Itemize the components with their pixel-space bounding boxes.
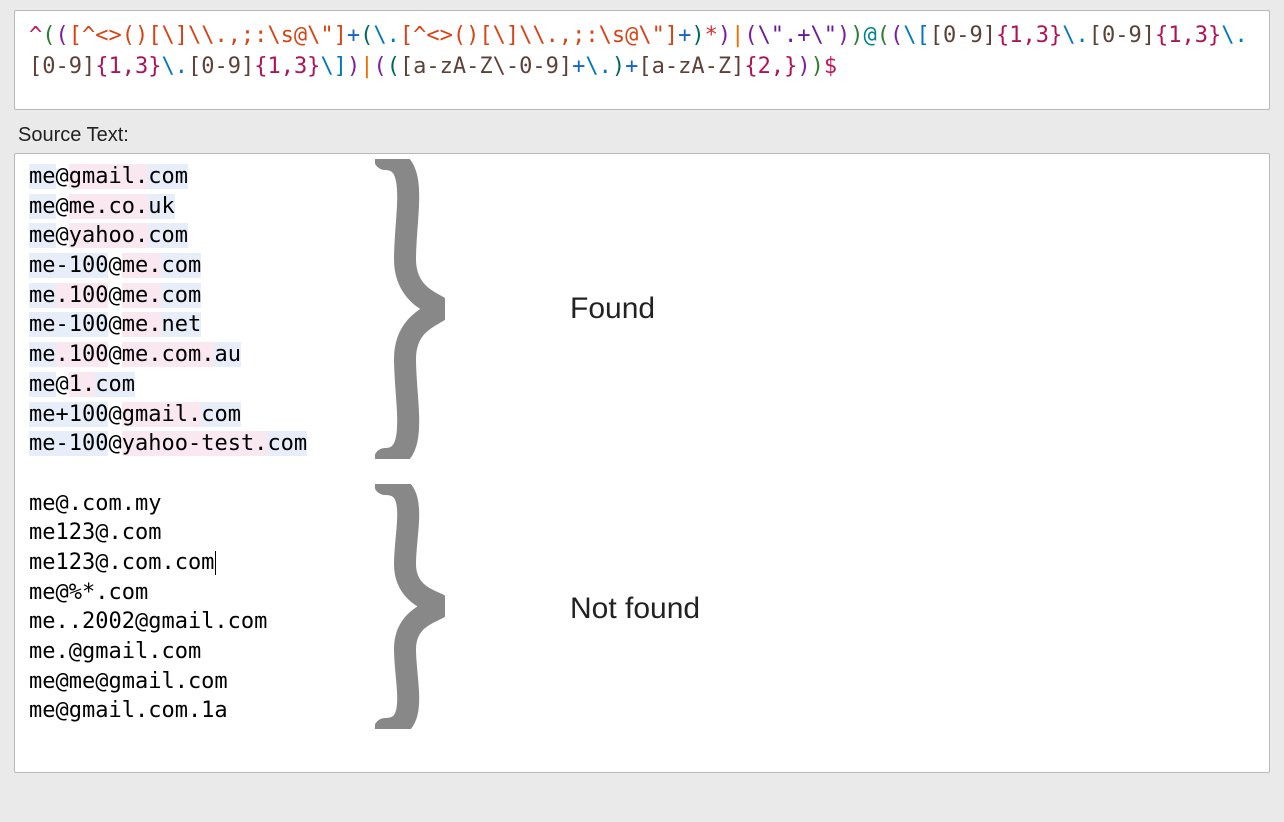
source-line-notfound: me@gmail.com.1a [29, 696, 1255, 726]
regex-token: \. [585, 54, 612, 79]
regex-token: {1,3} [95, 54, 161, 79]
blank-line [29, 459, 1255, 489]
source-line-found: me+100@gmail.com [29, 400, 1255, 430]
regex-token: ( [56, 23, 69, 48]
regex-token: {1,3} [1155, 23, 1221, 48]
regex-token: ( [744, 23, 757, 48]
source-line-found: me@me.co.uk [29, 192, 1255, 222]
regex-token: [a-zA-Z\-0-9] [400, 54, 572, 79]
regex-token: ) [691, 23, 704, 48]
regex-pattern-input[interactable]: ^(([^<>()[\]\\.,;:\s@\"]+(\.[^<>()[\]\\.… [14, 10, 1270, 110]
regex-token: ( [42, 23, 55, 48]
regex-token: \. [1062, 23, 1089, 48]
regex-token: \[ [903, 23, 930, 48]
source-line-notfound: me123@.com [29, 518, 1255, 548]
regex-token: @ [864, 23, 877, 48]
regex-token: ) [850, 23, 863, 48]
found-annotation: Found [570, 289, 655, 330]
regex-token: $ [824, 54, 837, 79]
regex-token: \. [1221, 23, 1248, 48]
regex-token: + [572, 54, 585, 79]
regex-token: + [678, 23, 691, 48]
source-line-found: me@yahoo.com [29, 221, 1255, 251]
source-line-notfound: me@.com.my [29, 489, 1255, 519]
regex-token: [a-zA-Z] [638, 54, 744, 79]
regex-token: ) [718, 23, 731, 48]
regex-token: ( [877, 23, 890, 48]
regex-token: ^ [29, 23, 42, 48]
regex-token: ( [890, 23, 903, 48]
regex-token: [0-9] [188, 54, 254, 79]
regex-token: [^<>()[\]\\.,;:\s@\"] [400, 23, 678, 48]
regex-token: ) [797, 54, 810, 79]
regex-token: * [705, 23, 718, 48]
regex-token: [0-9] [930, 23, 996, 48]
source-line-found: me.100@me.com.au [29, 340, 1255, 370]
regex-token: [0-9] [29, 54, 95, 79]
regex-token: {1,3} [996, 23, 1062, 48]
regex-token: | [360, 54, 373, 79]
source-line-found: me-100@yahoo-test.com [29, 429, 1255, 459]
regex-token: ) [837, 23, 850, 48]
regex-token: + [625, 54, 638, 79]
source-line-notfound: me@me@gmail.com [29, 667, 1255, 697]
regex-token: ) [811, 54, 824, 79]
source-text-input[interactable]: me@gmail.comme@me.co.ukme@yahoo.comme-10… [14, 153, 1270, 773]
regex-token: {2,} [744, 54, 797, 79]
source-line-notfound: me.@gmail.com [29, 637, 1255, 667]
regex-token: + [347, 23, 360, 48]
source-text-label: Source Text: [18, 124, 1270, 147]
regex-token: [0-9] [1089, 23, 1155, 48]
regex-token: ( [387, 54, 400, 79]
regex-token: \. [161, 54, 188, 79]
regex-token: ( [373, 54, 386, 79]
regex-token: \".+\" [758, 23, 837, 48]
regex-token: [^<>()[\]\\.,;:\s@\"] [69, 23, 347, 48]
source-line-notfound: me123@.com.com [29, 548, 1255, 578]
regex-token: \. [373, 23, 400, 48]
source-line-found: me-100@me.com [29, 251, 1255, 281]
notfound-annotation: Not found [570, 589, 700, 630]
source-line-found: me@1.com [29, 370, 1255, 400]
source-line-found: me@gmail.com [29, 162, 1255, 192]
regex-token: {1,3} [254, 54, 320, 79]
text-cursor [215, 551, 216, 575]
regex-token: | [731, 23, 744, 48]
regex-token: ( [360, 23, 373, 48]
regex-token: ) [612, 54, 625, 79]
regex-token: ) [347, 54, 360, 79]
regex-token: \] [320, 54, 347, 79]
